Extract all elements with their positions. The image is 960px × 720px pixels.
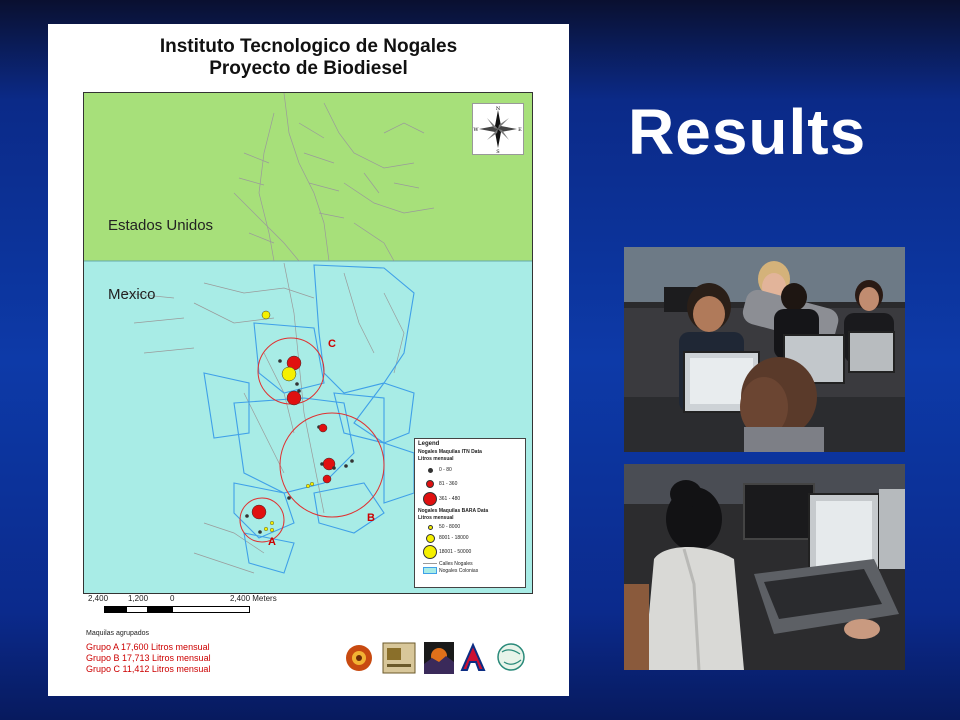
- itn-point: [287, 496, 291, 500]
- itn-point: [295, 382, 299, 386]
- map-title: Instituto Tecnologico de Nogales Proyect…: [48, 36, 569, 80]
- map-poster: Instituto Tecnologico de Nogales Proyect…: [48, 24, 569, 696]
- group-b-total: Grupo B 17,713 Litros mensual: [86, 653, 211, 663]
- compass-rose: N S E W: [472, 103, 524, 155]
- itn-point: [344, 464, 348, 468]
- us-region: [84, 93, 532, 261]
- map-title-line1: Instituto Tecnologico de Nogales: [159, 36, 458, 57]
- region-label-mexico: Mexico: [108, 286, 156, 303]
- scale-tick: 0: [170, 594, 175, 603]
- itn-point: [278, 359, 282, 363]
- legend-line-item: Calles Nogales: [415, 560, 525, 567]
- itn-gear-logo-icon: [346, 645, 372, 671]
- legend-dot-icon: [423, 492, 437, 506]
- photo-bottom-image: [624, 464, 905, 670]
- legend-itn-item: 81 - 360: [415, 477, 525, 491]
- scale-segment: [148, 606, 172, 613]
- sunset-logo-icon: [424, 642, 454, 674]
- legend-dot-icon: [427, 467, 433, 473]
- itn-point: [350, 459, 354, 463]
- compass-n: N: [496, 106, 501, 112]
- scale-tick: 1,200: [128, 594, 149, 603]
- legend-itn-subtitle: Litros mensual: [418, 456, 454, 462]
- scale-segment: [126, 606, 148, 613]
- itn-point: [320, 462, 324, 466]
- scale-segment: [104, 606, 126, 613]
- legend-itn-title: Nogales Maquilas ITN Data: [418, 449, 482, 455]
- classroom-photo-top: [624, 247, 905, 452]
- itn-point: [322, 474, 332, 484]
- photo-top-image: [624, 247, 905, 452]
- compass-icon: N S E W: [473, 106, 522, 154]
- itn-point: [332, 466, 336, 470]
- itn-point: [251, 504, 267, 520]
- legend-bara-item: 18001 - 50000: [415, 544, 525, 560]
- group-label-a: A: [268, 536, 276, 548]
- university-a-logo-icon: [460, 642, 486, 671]
- classroom-photo-bottom: [624, 464, 905, 670]
- legend-itn-item: 361 - 480: [415, 491, 525, 507]
- legend-bara-item: 50 - 8000: [415, 522, 525, 532]
- bara-logo-icon: [382, 642, 416, 674]
- legend-dot-icon: [426, 480, 434, 488]
- itn-point: [318, 423, 328, 433]
- group-label-b: B: [367, 512, 375, 524]
- bara-point: [269, 528, 274, 533]
- legend-itn-item: 0 - 80: [415, 463, 525, 477]
- group-a-total: Grupo A 17,600 Litros mensual: [86, 642, 210, 652]
- groups-heading: Maquilas agrupados: [86, 630, 150, 637]
- legend-dot-icon: [425, 533, 435, 543]
- bara-point: [269, 521, 274, 526]
- legend-bara-item: 8001 - 18000: [415, 532, 525, 544]
- compass-e: E: [518, 127, 522, 133]
- legend-dot-icon: [423, 545, 437, 559]
- legend-bara-title: Nogales Maquilas BARA Data: [418, 508, 489, 514]
- scale-segment: [172, 606, 250, 613]
- colonia-box-icon: [423, 567, 437, 574]
- legend-bara-subtitle: Litros mensual: [418, 515, 454, 521]
- scale-tick: 2,400 Meters: [230, 594, 277, 603]
- itn-point: [258, 530, 262, 534]
- scale-tick: 2,400: [88, 594, 109, 603]
- legend-dot-icon: [427, 524, 433, 530]
- scale-bar: 2,400 1,200 0 2,400 Meters: [88, 592, 338, 622]
- itn-point: [286, 390, 302, 406]
- map-frame: Estados Unidos Mexico C B A N S E W Lege…: [83, 92, 533, 594]
- region-label-us: Estados Unidos: [108, 217, 214, 234]
- globe-logo-icon: [497, 643, 525, 671]
- map-legend: Legend Nogales Maquilas ITN Data Litros …: [414, 438, 526, 588]
- street-line-icon: [423, 563, 437, 564]
- itn-point: [245, 514, 249, 518]
- map-title-line2: Proyecto de Biodiesel: [209, 58, 408, 79]
- bara-point: [281, 366, 297, 382]
- legend-title: Legend: [418, 441, 440, 447]
- legend-line-item: Nogales Colonias: [415, 567, 525, 574]
- group-c-total: Grupo C 11,412 Litros mensual: [86, 664, 211, 674]
- bara-point: [305, 484, 310, 489]
- bara-point: [263, 527, 268, 532]
- bara-point: [309, 482, 314, 487]
- bara-point: [261, 310, 271, 320]
- compass-s: S: [496, 149, 500, 154]
- slide-title: Results: [628, 96, 867, 168]
- itn-point: [297, 389, 301, 393]
- compass-w: W: [473, 127, 479, 133]
- group-label-c: C: [328, 338, 336, 350]
- sponsor-logos: [342, 638, 532, 680]
